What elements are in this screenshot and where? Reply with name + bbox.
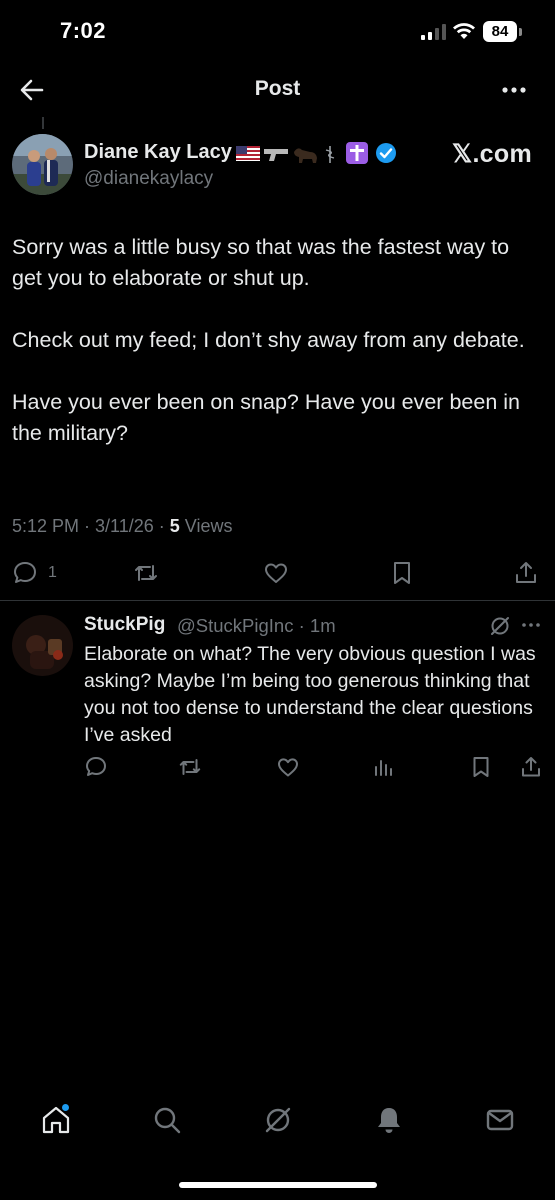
battery-indicator: 84: [483, 21, 517, 42]
divider: [0, 600, 555, 601]
status-bar: 7:02 84: [0, 0, 555, 62]
post-timestamp: 5:12 PM · 3/11/26 ·: [12, 516, 170, 536]
medical-symbol-icon: [325, 146, 335, 163]
more-horizontal-icon[interactable]: [499, 76, 529, 104]
post-paragraph: Check out my feed; I don’t shy away from…: [12, 328, 525, 352]
home-indicator: [179, 1182, 377, 1188]
heart-icon[interactable]: [276, 755, 300, 779]
verified-badge-icon: [376, 143, 396, 163]
comment-icon[interactable]: [84, 755, 108, 779]
watermark: 𝕏.com: [452, 140, 532, 168]
avatar[interactable]: [12, 615, 73, 676]
us-flag-icon: [236, 146, 260, 161]
views-chart-icon[interactable]: [372, 755, 396, 779]
screen: 7:02 84 Post Diane Kay Lacy @dianekaylac…: [0, 0, 555, 1200]
search-icon[interactable]: [151, 1104, 183, 1136]
repost-icon[interactable]: [178, 755, 202, 779]
bookmark-icon[interactable]: [469, 755, 493, 779]
battery-tip: [519, 28, 522, 36]
more-horizontal-icon[interactable]: [520, 614, 542, 636]
views-label[interactable]: Views: [180, 516, 233, 536]
reply-count: 1: [48, 564, 57, 581]
nav-header: Post: [0, 62, 555, 118]
page-title: Post: [254, 77, 301, 100]
reply-author-name[interactable]: StuckPig: [84, 614, 165, 636]
bottom-tab-bar: [0, 1092, 555, 1156]
share-icon[interactable]: [519, 755, 543, 779]
reply-actions: [0, 755, 555, 783]
post-meta: 5:12 PM · 3/11/26 · 5 Views: [12, 516, 232, 537]
pistol-icon: [264, 149, 288, 161]
post-paragraph: Have you ever been on snap? Have you eve…: [12, 390, 520, 445]
latin-cross-icon: [346, 142, 368, 164]
author-handle[interactable]: @dianekaylacy: [84, 168, 213, 190]
reply-text: Elaborate on what? The very obvious ques…: [84, 643, 536, 746]
thread-connector-line: [42, 117, 44, 129]
mail-icon[interactable]: [484, 1104, 516, 1136]
author-name[interactable]: Diane Kay Lacy: [84, 141, 232, 164]
comment-icon[interactable]: [12, 560, 38, 586]
reply-handle-time[interactable]: @StuckPigInc · 1m: [177, 615, 336, 637]
repost-icon[interactable]: [133, 560, 159, 586]
share-icon[interactable]: [513, 560, 539, 586]
post-actions: 1: [0, 556, 555, 592]
post-paragraph: Sorry was a little busy so that was the …: [12, 235, 510, 290]
avatar[interactable]: [12, 134, 73, 195]
views-count[interactable]: 5: [170, 516, 180, 536]
grok-icon[interactable]: [488, 614, 512, 638]
notification-dot: [62, 1104, 69, 1111]
status-time: 7:02: [60, 18, 107, 43]
post-text: Sorry was a little busy so that was the …: [12, 232, 542, 480]
heart-icon[interactable]: [263, 560, 289, 586]
wifi-icon: [453, 23, 475, 39]
black-dog-icon: [294, 148, 317, 163]
author-emoji-badges: [236, 142, 396, 164]
bell-icon[interactable]: [373, 1104, 405, 1136]
cellular-signal-icon: [421, 24, 446, 40]
grok-icon[interactable]: [262, 1104, 294, 1136]
bookmark-icon[interactable]: [389, 560, 415, 586]
